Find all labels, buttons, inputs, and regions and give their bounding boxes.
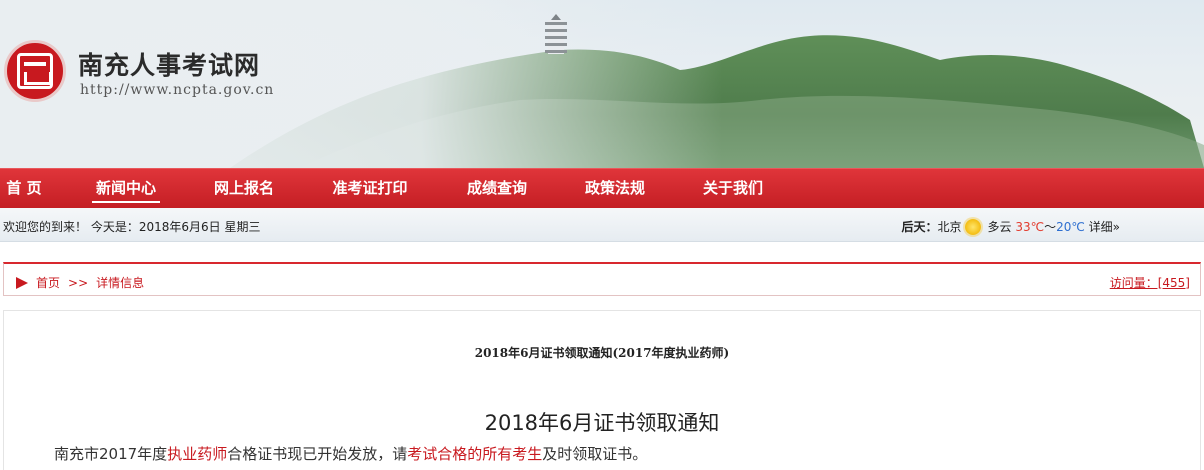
article-panel: 2018年6月证书领取通知(2017年度执业药师) 2018年6月证书领取通知 …	[3, 310, 1201, 470]
weather-city: 北京	[937, 220, 962, 234]
weather-temp-separator: ～	[1044, 220, 1057, 234]
pagoda-icon	[545, 14, 567, 54]
paragraph-highlight: 考试合格的所有考生	[407, 445, 543, 463]
info-bar: 欢迎您的到来！ 今天是：2018年6月6日 星期三 后天：北京 多云 33℃～20…	[0, 208, 1204, 242]
paragraph-text: 南充市2017年度	[54, 445, 168, 463]
nav-item-news[interactable]: 新闻中心	[92, 169, 160, 209]
header-banner: 南充人事考试网 http://www.ncpta.gov.cn	[0, 0, 1204, 168]
paragraph-highlight: 执业药师	[167, 445, 228, 463]
article-subtitle: 2018年6月证书领取通知(2017年度执业药师)	[474, 346, 730, 360]
breadcrumb-separator: >>	[68, 276, 89, 290]
breadcrumb: 首页 >> 详情信息 访问量：[455]	[3, 262, 1201, 296]
nav-item-about-us[interactable]: 关于我们	[699, 169, 767, 209]
visit-counter[interactable]: 访问量：[455]	[1110, 274, 1190, 291]
breadcrumb-current[interactable]: 详情信息	[96, 276, 144, 290]
paragraph-text: 合格证书现已开始发放，请	[227, 445, 408, 463]
welcome-date-text: 欢迎您的到来！ 今天是：2018年6月6日 星期三	[3, 220, 261, 234]
article-paragraph: 南充市2017年度执业药师合格证书现已开始发放，请考试合格的所有考生及时领取证书…	[54, 443, 647, 464]
weather-detail-link[interactable]: 详细»	[1089, 220, 1120, 234]
nav-item-policies[interactable]: 政策法规	[581, 169, 649, 209]
main-nav: 首 页 新闻中心 网上报名 准考证打印 成绩查询 政策法规 关于我们	[0, 168, 1204, 208]
weather-widget: 后天：北京 多云 33℃～20℃ 详细»	[901, 218, 1120, 235]
breadcrumb-trail: 首页 >> 详情信息	[16, 274, 144, 291]
seal-glyph-icon	[17, 53, 53, 89]
triangle-right-icon	[16, 277, 28, 289]
weather-temp-low: 20℃	[1056, 220, 1085, 234]
paragraph-text: 及时领取证书。	[542, 445, 648, 463]
nav-item-online-registration[interactable]: 网上报名	[210, 169, 278, 209]
site-logo-seal[interactable]	[4, 40, 66, 102]
weather-condition: 多云	[987, 220, 1012, 234]
site-title: 南充人事考试网	[78, 51, 261, 80]
weather-day-label: 后天：	[901, 220, 938, 234]
nav-item-score-query[interactable]: 成绩查询	[463, 169, 531, 209]
breadcrumb-home-link[interactable]: 首页	[36, 276, 60, 290]
nav-item-home[interactable]: 首 页	[4, 169, 44, 209]
article-title: 2018年6月证书领取通知	[484, 411, 720, 435]
sun-icon	[965, 219, 982, 235]
site-url: http://www.ncpta.gov.cn	[80, 82, 275, 98]
weather-temp-high: 33℃	[1015, 220, 1045, 234]
nav-item-admission-ticket[interactable]: 准考证打印	[328, 169, 412, 209]
